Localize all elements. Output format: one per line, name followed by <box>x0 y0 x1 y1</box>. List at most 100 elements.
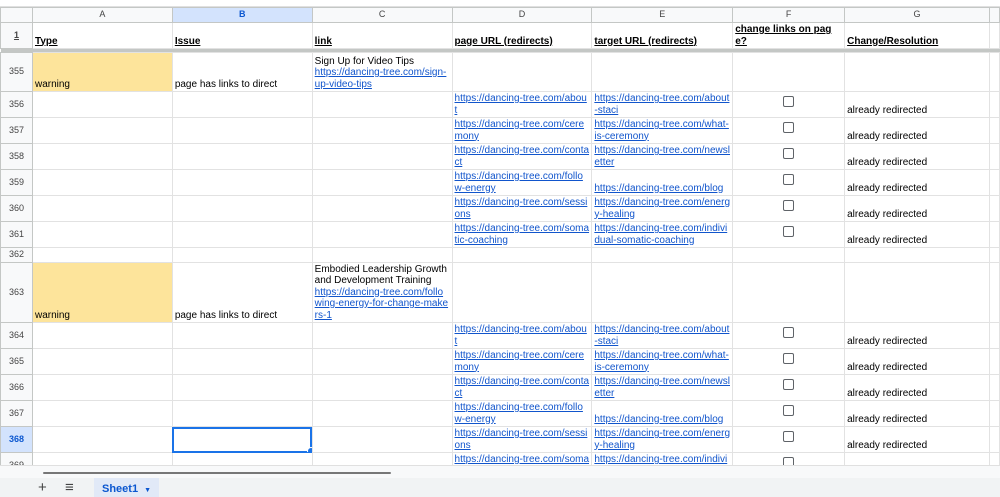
cell-resolution[interactable]: already redirected <box>844 426 990 453</box>
cell-link[interactable] <box>311 322 453 349</box>
page-url-link[interactable]: https://dancing-tree.com/ceremony <box>455 119 585 142</box>
cell-page-url[interactable] <box>451 247 593 263</box>
checkbox[interactable] <box>783 326 795 338</box>
row-header[interactable]: 365 <box>0 348 33 375</box>
target-url-link[interactable]: https://dancing-tree.com/individual-soma… <box>594 223 727 246</box>
column-header-a[interactable]: A <box>31 7 173 23</box>
row-header[interactable]: 361 <box>0 221 33 248</box>
cell-issue[interactable] <box>171 195 313 222</box>
row-header[interactable]: 368 <box>0 426 33 453</box>
cell-resolution[interactable]: already redirected <box>844 400 990 427</box>
row-header[interactable]: 366 <box>0 374 33 401</box>
cell-type[interactable] <box>31 117 173 144</box>
cell-link[interactable] <box>311 195 453 222</box>
page-url-link[interactable]: https://dancing-tree.com/follow-energy <box>455 402 583 425</box>
row-header[interactable]: 364 <box>0 322 33 349</box>
cell-page-url[interactable]: https://dancing-tree.com/follow-energy <box>451 400 593 427</box>
cell[interactable] <box>988 261 1000 323</box>
header-cell[interactable]: Type <box>31 22 173 49</box>
target-url-link[interactable]: https://dancing-tree.com/about-staci <box>594 324 729 347</box>
scrollbar-thumb[interactable] <box>43 472 391 474</box>
cell-page-url[interactable]: https://dancing-tree.com/sessions <box>451 195 593 222</box>
cell-link[interactable] <box>311 91 453 118</box>
cell-type[interactable] <box>31 143 173 170</box>
cell-page-url[interactable]: https://dancing-tree.com/somatic-coachin… <box>451 221 593 248</box>
row-header[interactable]: 363 <box>0 261 33 323</box>
cell-target-url[interactable]: https://dancing-tree.com/what-is-ceremon… <box>591 117 734 144</box>
cell[interactable] <box>988 221 1000 248</box>
page-url-link[interactable]: https://dancing-tree.com/follow-energy <box>455 171 583 194</box>
cell-target-url[interactable]: https://dancing-tree.com/about-staci <box>591 91 734 118</box>
cell-resolution[interactable]: already redirected <box>844 195 990 222</box>
checkbox[interactable] <box>783 225 795 237</box>
row-header[interactable]: 355 <box>0 52 33 92</box>
column-header-next[interactable] <box>988 7 1000 23</box>
cell-issue[interactable] <box>171 400 313 427</box>
cell-page-url[interactable]: https://dancing-tree.com/about <box>451 322 593 349</box>
header-cell[interactable]: page URL (redirects) <box>451 22 593 49</box>
cell-link[interactable] <box>311 247 453 263</box>
column-header-d[interactable]: D <box>451 7 593 23</box>
cell-issue[interactable] <box>171 348 313 375</box>
cell[interactable] <box>988 348 1000 375</box>
cell-resolution[interactable] <box>844 52 990 92</box>
checkbox[interactable] <box>783 199 795 211</box>
checkbox[interactable] <box>783 95 795 107</box>
cell-change-links[interactable] <box>732 400 846 427</box>
cell-type[interactable] <box>31 247 173 263</box>
cell[interactable] <box>988 22 1000 49</box>
cell-change-links[interactable] <box>732 221 846 248</box>
cell-change-links[interactable] <box>732 261 846 323</box>
cell-link[interactable] <box>311 400 453 427</box>
cell-page-url[interactable] <box>451 52 593 92</box>
cell-link[interactable]: Embodied Leadership Growth and Developme… <box>311 261 453 323</box>
target-url-link[interactable]: https://dancing-tree.com/about-staci <box>594 93 729 116</box>
cell-target-url[interactable]: https://dancing-tree.com/energy-healing <box>591 426 734 453</box>
cell-resolution[interactable]: already redirected <box>844 348 990 375</box>
page-url-link[interactable]: https://dancing-tree.com/about <box>455 93 587 116</box>
cell-change-links[interactable] <box>732 52 846 92</box>
select-all-corner[interactable] <box>0 7 33 23</box>
cell[interactable] <box>988 143 1000 170</box>
cell-link[interactable] <box>311 143 453 170</box>
page-url-link[interactable]: https://dancing-tree.com/sessions <box>455 197 588 220</box>
cell-issue[interactable] <box>171 374 313 401</box>
cell-issue[interactable] <box>171 169 313 196</box>
page-link[interactable]: https://dancing-tree.com/sign-up-video-t… <box>315 67 447 90</box>
cell-target-url[interactable] <box>591 261 734 323</box>
cell-target-url[interactable]: https://dancing-tree.com/newsletter <box>591 374 734 401</box>
cell[interactable] <box>988 374 1000 401</box>
column-header-e[interactable]: E <box>591 7 734 23</box>
cell-type[interactable] <box>31 195 173 222</box>
cell-target-url[interactable]: https://dancing-tree.com/about-staci <box>591 322 734 349</box>
cell-issue[interactable] <box>171 91 313 118</box>
cell[interactable] <box>988 169 1000 196</box>
cell-type[interactable] <box>31 91 173 118</box>
row-header[interactable]: 360 <box>0 195 33 222</box>
cell-change-links[interactable] <box>732 247 846 263</box>
header-cell[interactable]: change links on page? <box>732 22 846 49</box>
chevron-down-icon[interactable]: ▼ <box>144 487 151 494</box>
cell[interactable] <box>988 247 1000 263</box>
cell[interactable] <box>988 195 1000 222</box>
cell-link[interactable] <box>311 221 453 248</box>
checkbox[interactable] <box>783 147 795 159</box>
cell-change-links[interactable] <box>732 322 846 349</box>
cell[interactable] <box>988 91 1000 118</box>
page-url-link[interactable]: https://dancing-tree.com/somatic-coachin… <box>455 223 590 246</box>
column-header-b[interactable]: B <box>171 7 313 23</box>
row-header[interactable]: 356 <box>0 91 33 118</box>
cell-page-url[interactable]: https://dancing-tree.com/ceremony <box>451 348 593 375</box>
cell-link[interactable] <box>311 374 453 401</box>
header-cell[interactable]: target URL (redirects) <box>591 22 734 49</box>
cell-target-url[interactable] <box>591 247 734 263</box>
cell-target-url[interactable]: https://dancing-tree.com/blog <box>591 400 734 427</box>
cell-resolution[interactable]: already redirected <box>844 91 990 118</box>
column-header-c[interactable]: C <box>311 7 453 23</box>
header-cell[interactable]: Change/Resolution <box>844 22 990 49</box>
cell-issue[interactable] <box>171 143 313 170</box>
row-header[interactable]: 357 <box>0 117 33 144</box>
all-sheets-menu-button[interactable]: ≡ <box>65 480 74 495</box>
cell-issue[interactable]: page has links to direct <box>171 261 313 323</box>
cell-page-url[interactable] <box>451 261 593 323</box>
